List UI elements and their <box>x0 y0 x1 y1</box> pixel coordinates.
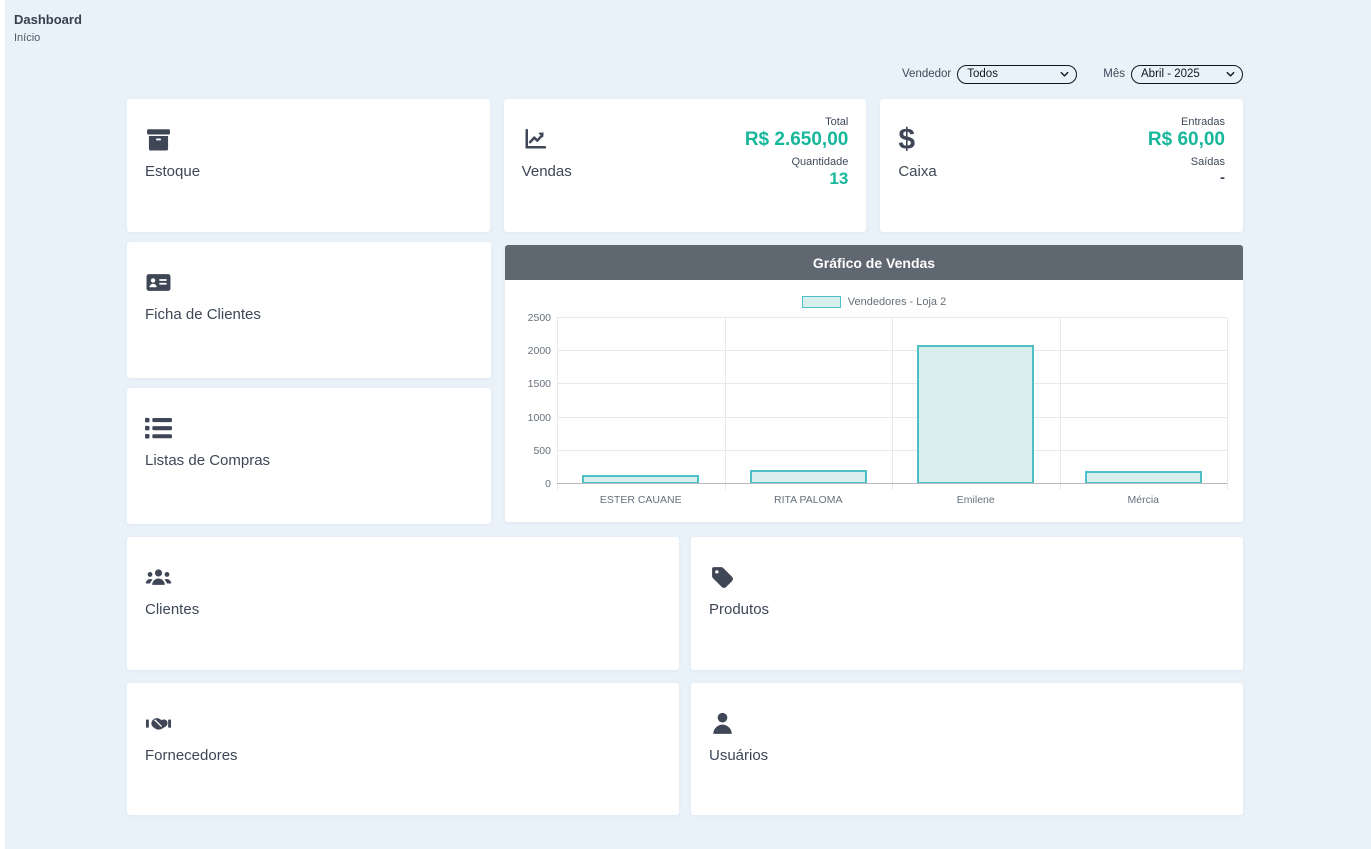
y-tick-label: 0 <box>515 478 551 490</box>
vendedor-select[interactable]: Todos <box>957 65 1077 84</box>
card-vendas[interactable]: Vendas Total R$ 2.650,00 Quantidade 13 <box>504 99 867 232</box>
gridline <box>1227 318 1228 490</box>
y-tick-label: 1500 <box>515 378 551 390</box>
card-produtos[interactable]: Produtos <box>691 537 1243 670</box>
entradas-label: Entradas <box>1148 116 1225 128</box>
card-listas-compras[interactable]: Listas de Compras <box>127 388 491 524</box>
saidas-value: - <box>1148 168 1225 188</box>
page-title: Dashboard <box>14 12 1371 27</box>
card-usuarios[interactable]: Usuários <box>691 683 1243 815</box>
x-axis-label: Mércia <box>1060 494 1228 506</box>
card-label: Vendas <box>522 163 572 180</box>
chart-plot: 05001000150020002500 <box>557 318 1227 484</box>
entradas-value: R$ 60,00 <box>1148 128 1225 152</box>
card-estoque[interactable]: Estoque <box>127 99 490 232</box>
card-caixa[interactable]: $ Caixa Entradas R$ 60,00 Saídas - <box>880 99 1243 232</box>
page-header: Dashboard Início <box>0 0 1371 44</box>
chart-line-icon <box>522 127 549 152</box>
total-label: Total <box>745 116 849 128</box>
left-edge-strip <box>0 0 5 849</box>
sales-chart-panel: Gráfico de Vendas Vendedores - Loja 2 05… <box>505 245 1243 522</box>
card-label: Listas de Compras <box>145 452 270 469</box>
breadcrumb[interactable]: Início <box>14 32 1371 44</box>
legend-label: Vendedores - Loja 2 <box>848 296 946 308</box>
gridline <box>892 318 893 490</box>
card-clientes[interactable]: Clientes <box>127 537 679 670</box>
address-card-icon <box>145 270 172 295</box>
filters-bar: Vendedor Todos Mês Abril - 2025 <box>127 64 1243 84</box>
card-label: Estoque <box>145 163 200 180</box>
saidas-label: Saídas <box>1148 156 1225 168</box>
x-axis-label: RITA PALOMA <box>725 494 893 506</box>
gridline <box>557 483 1227 485</box>
x-axis-label: ESTER CAUANE <box>557 494 725 506</box>
quantidade-value: 13 <box>745 168 849 189</box>
box-archive-icon <box>145 127 172 152</box>
gridline <box>557 318 558 490</box>
x-axis-label: Emilene <box>892 494 1060 506</box>
card-label: Fornecedores <box>145 747 238 764</box>
chart-bar <box>917 345 1034 484</box>
tag-icon <box>709 565 736 590</box>
chart-title: Gráfico de Vendas <box>505 245 1243 280</box>
card-label: Usuários <box>709 747 768 764</box>
y-tick-label: 2000 <box>515 345 551 357</box>
mes-filter: Mês Abril - 2025 <box>1103 64 1243 84</box>
handshake-icon <box>145 711 172 736</box>
card-label: Produtos <box>709 601 769 618</box>
users-icon <box>145 565 172 590</box>
gridline <box>725 318 726 490</box>
mes-label: Mês <box>1103 68 1125 80</box>
chart-legend: Vendedores - Loja 2 <box>519 280 1229 310</box>
y-tick-label: 2500 <box>515 312 551 324</box>
legend-swatch <box>802 296 841 308</box>
total-value: R$ 2.650,00 <box>745 128 849 152</box>
card-ficha-clientes[interactable]: Ficha de Clientes <box>127 242 491 378</box>
user-icon <box>709 711 736 736</box>
card-label: Caixa <box>898 163 936 180</box>
content-area: Vendedor Todos Mês Abril - 2025 <box>127 64 1243 815</box>
y-tick-label: 500 <box>515 445 551 457</box>
card-label: Clientes <box>145 601 199 618</box>
list-icon <box>145 416 172 441</box>
y-tick-label: 1000 <box>515 412 551 424</box>
card-fornecedores[interactable]: Fornecedores <box>127 683 679 815</box>
vendedor-filter: Vendedor Todos <box>902 64 1077 84</box>
dollar-sign-icon: $ <box>898 127 925 152</box>
vendedor-label: Vendedor <box>902 68 951 80</box>
mes-select[interactable]: Abril - 2025 <box>1131 65 1243 84</box>
card-label: Ficha de Clientes <box>145 306 261 323</box>
gridline <box>1060 318 1061 490</box>
chart-body: Vendedores - Loja 2 05001000150020002500… <box>505 280 1243 522</box>
quantidade-label: Quantidade <box>745 156 849 168</box>
